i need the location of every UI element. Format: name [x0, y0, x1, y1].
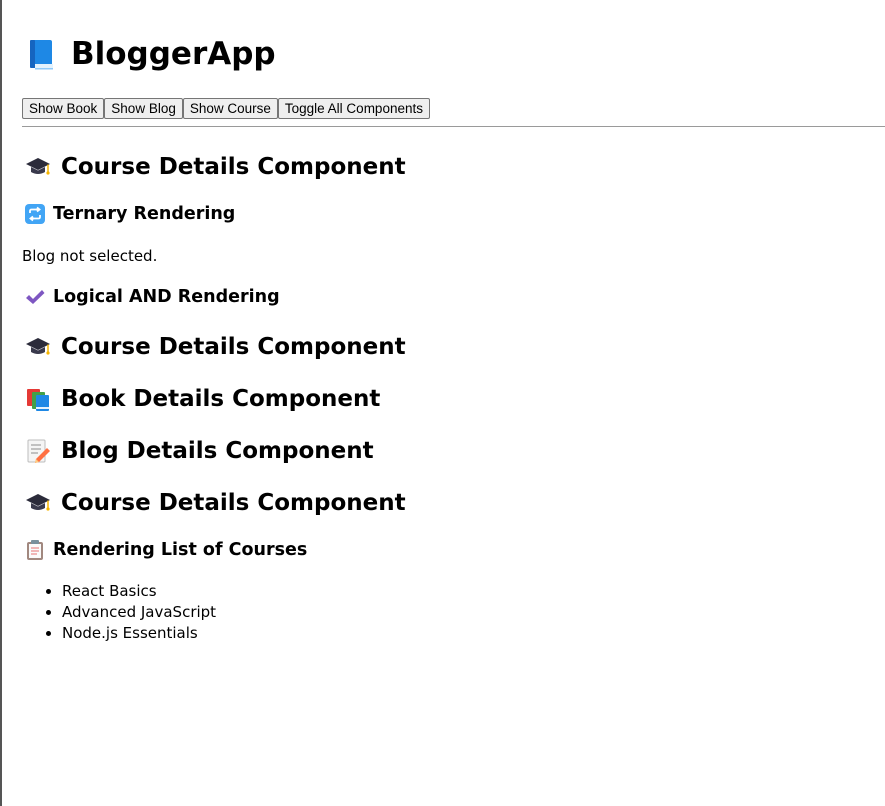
- course-details-title: Course Details Component: [61, 490, 406, 516]
- check-mark-icon: [25, 288, 45, 306]
- toggle-all-components-button[interactable]: Toggle All Components: [277, 98, 430, 119]
- book-details-title: Book Details Component: [61, 386, 381, 412]
- show-course-button[interactable]: Show Course: [182, 98, 278, 119]
- course-details-heading: Course Details Component: [25, 488, 406, 518]
- toolbar: Show Book Show Blog Show Course Toggle A…: [22, 98, 430, 119]
- divider: [22, 126, 885, 127]
- window-left-border: [0, 0, 2, 806]
- graduation-cap-icon: [25, 155, 51, 179]
- blog-details-title: Blog Details Component: [61, 438, 374, 464]
- ternary-rendering-heading: Ternary Rendering: [25, 202, 235, 226]
- course-details-title: Course Details Component: [61, 154, 406, 180]
- app-title: BloggerApp: [71, 36, 276, 72]
- book-details-heading: Book Details Component: [25, 384, 380, 414]
- list-item: Node.js Essentials: [62, 623, 216, 644]
- graduation-cap-icon: [25, 335, 51, 359]
- show-blog-button[interactable]: Show Blog: [104, 98, 183, 119]
- ternary-rendering-title: Ternary Rendering: [53, 204, 236, 224]
- course-details-title: Course Details Component: [61, 334, 406, 360]
- app-header: BloggerApp: [27, 34, 276, 74]
- course-list-title: Rendering List of Courses: [53, 540, 308, 560]
- list-item: Advanced JavaScript: [62, 602, 216, 623]
- course-details-heading: Course Details Component: [25, 152, 406, 182]
- blog-status-text: Blog not selected.: [22, 247, 158, 265]
- list-item: React Basics: [62, 581, 216, 602]
- books-icon: [25, 386, 51, 412]
- logical-and-rendering-title: Logical AND Rendering: [53, 287, 280, 307]
- clipboard-icon: [25, 539, 45, 561]
- course-list-heading: Rendering List of Courses: [25, 538, 307, 562]
- course-list: React Basics Advanced JavaScript Node.js…: [22, 581, 216, 644]
- memo-icon: [25, 438, 51, 464]
- show-book-button[interactable]: Show Book: [22, 98, 105, 119]
- blog-details-heading: Blog Details Component: [25, 436, 374, 466]
- logical-and-rendering-heading: Logical AND Rendering: [25, 285, 280, 309]
- course-details-heading: Course Details Component: [25, 332, 406, 362]
- graduation-cap-icon: [25, 491, 51, 515]
- repeat-arrows-icon: [25, 204, 45, 224]
- blue-book-icon: [27, 38, 57, 70]
